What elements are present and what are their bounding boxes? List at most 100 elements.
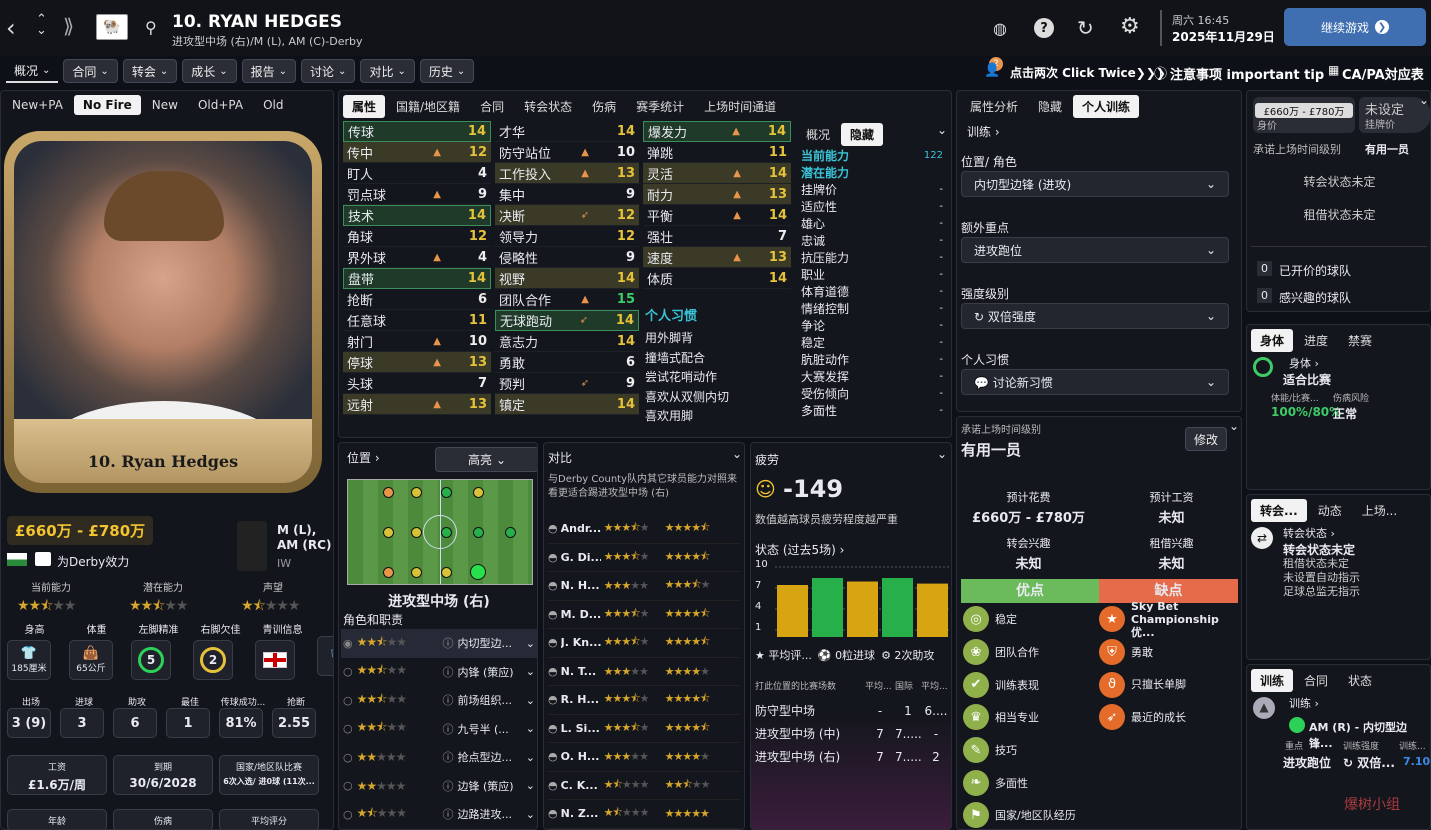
compare-row[interactable]: ◓ N. H... ★★★★★ ★★★⯪★ xyxy=(548,572,740,601)
compare-row[interactable]: ◓ J. Kn... ★★★⯪★ ★★★★⯪ xyxy=(548,629,740,658)
position-dot[interactable] xyxy=(472,526,484,538)
continue-button[interactable]: 继续游戏 ❯ xyxy=(1284,8,1426,46)
attribute-row[interactable]: 界外球 ▲ 4 xyxy=(343,247,491,268)
side-tab[interactable]: 动态 xyxy=(1309,499,1351,522)
attribute-row[interactable]: 才华 14 xyxy=(495,121,639,142)
filter-tab[interactable]: No Fire xyxy=(73,95,141,115)
last-icon[interactable]: ⟫ xyxy=(63,14,74,38)
compare-row[interactable]: ◓ N. T... ★★★★★ ★★★★★ xyxy=(548,658,740,686)
globe-icon[interactable]: ◍ xyxy=(990,18,1010,38)
position-dot[interactable] xyxy=(410,566,422,578)
form-bar[interactable] xyxy=(882,578,913,637)
attribute-row[interactable]: 预判 ➶ 9 xyxy=(495,373,639,394)
hidden-tab[interactable]: 概况 xyxy=(797,123,839,146)
attribute-row[interactable]: 抢断 6 xyxy=(343,289,491,310)
side-tab[interactable]: 合同 xyxy=(1295,669,1337,692)
attr-tab[interactable]: 伤病 xyxy=(583,95,625,118)
attribute-row[interactable]: 意志力 14 xyxy=(495,331,639,352)
attribute-row[interactable]: 爆发力 ▲ 14 xyxy=(643,121,791,142)
attr-tab[interactable]: 转会状态 xyxy=(515,95,581,118)
capa-tip[interactable]: CA/PA対应表 xyxy=(1342,64,1424,83)
attribute-row[interactable]: 镇定 14 xyxy=(495,394,639,415)
menu-3[interactable]: 成长 ⌄ xyxy=(182,59,237,83)
form-bar[interactable] xyxy=(917,583,948,637)
side-tab[interactable]: 上场... xyxy=(1353,499,1406,522)
attr-tab[interactable]: 国籍/地区籍 xyxy=(387,95,469,118)
form-bar[interactable] xyxy=(847,581,878,638)
position-dot[interactable] xyxy=(410,526,422,538)
role-row[interactable]: ○ ★★★★★ ⓘ 抢点型边... ⌄ xyxy=(341,743,537,772)
body-link[interactable]: 身体 › xyxy=(1289,355,1319,371)
menu-0[interactable]: 概况 ⌄ xyxy=(6,59,59,83)
attribute-row[interactable]: 勇敢 6 xyxy=(495,352,639,373)
side-tab[interactable]: 身体 xyxy=(1251,329,1294,352)
attribute-row[interactable]: 头球 7 xyxy=(343,373,491,394)
role-row[interactable]: ○ ★★⯪★★ ⓘ 前场组织... ⌄ xyxy=(341,686,537,715)
side-tab[interactable]: 进度 xyxy=(1295,329,1337,352)
menu-7[interactable]: 历史 ⌄ xyxy=(419,59,475,83)
refresh-icon[interactable]: ↻ xyxy=(1077,16,1094,40)
highlight-dropdown[interactable]: 高亮 ⌄ xyxy=(435,447,537,472)
chevron-down-icon[interactable]: ⌄ xyxy=(1229,419,1239,433)
position-dot[interactable] xyxy=(382,526,394,538)
compare-row[interactable]: ◓ C. K... ★⯪★★★ ★★⯪★★ xyxy=(548,772,740,800)
compare-row[interactable]: ◓ M. D... ★★★⯪★ ★★★★⯪ xyxy=(548,601,740,629)
attribute-row[interactable]: 平衡 ▲ 14 xyxy=(643,205,791,226)
compare-row[interactable]: ◓ O. H... ★★★★★ ★★★★★ xyxy=(548,743,740,772)
training-tab[interactable]: 属性分析 xyxy=(961,95,1027,118)
attribute-row[interactable]: 停球 ▲ 13 xyxy=(343,352,491,373)
compare-row[interactable]: ◓ R. H... ★★★⯪★ ★★★★⯪ xyxy=(548,686,740,715)
important-tip[interactable]: 注意事项 important tip xyxy=(1170,64,1324,83)
edit-button[interactable]: 修改 xyxy=(1185,427,1228,451)
attribute-row[interactable]: 角球 12 xyxy=(343,226,491,247)
training-crumb[interactable]: 训练 › xyxy=(967,123,1000,140)
role-row[interactable]: ○ ★★★★★ ⓘ 边锋 (策应) ⌄ xyxy=(341,772,537,801)
attribute-row[interactable]: 传中 ▲ 12 xyxy=(343,142,491,163)
position-dot[interactable] xyxy=(470,564,486,580)
training-tab[interactable]: 个人训练 xyxy=(1073,95,1140,118)
compare-row[interactable]: ◓ N. Z... ★⯪★★★ ★★★★★ xyxy=(548,800,740,829)
attribute-row[interactable]: 决断 ➶ 12 xyxy=(495,205,639,226)
position-dot[interactable] xyxy=(440,566,452,578)
compare-row[interactable]: ◓ L. Si... ★★★⯪★ ★★★★⯪ xyxy=(548,715,740,743)
extra-select[interactable]: 进攻跑位 ⌄ xyxy=(961,237,1229,263)
side-tab[interactable]: 转会... xyxy=(1251,499,1307,522)
training-tab[interactable]: 隐藏 xyxy=(1029,95,1071,118)
intensity-select[interactable]: ↻ 双倍强度 ⌄ xyxy=(961,303,1229,329)
attribute-row[interactable]: 耐力 ▲ 13 xyxy=(643,184,791,205)
menu-6[interactable]: 对比 ⌄ xyxy=(360,59,415,83)
position-dot[interactable] xyxy=(382,486,394,498)
attribute-row[interactable]: 集中 9 xyxy=(495,184,639,205)
attribute-row[interactable]: 灵活 ▲ 14 xyxy=(643,163,791,184)
attribute-row[interactable]: 领导力 12 xyxy=(495,226,639,247)
attribute-row[interactable]: 团队合作 ▲ 15 xyxy=(495,289,639,310)
side-tab[interactable]: 状态 xyxy=(1339,669,1381,692)
chevron-down-icon[interactable]: ⌄ xyxy=(937,447,947,461)
menu-2[interactable]: 转会 ⌄ xyxy=(122,59,178,83)
chevron-down-icon[interactable]: ⌄ xyxy=(1419,93,1429,107)
attr-tab[interactable]: 赛季统计 xyxy=(627,95,693,118)
attr-tab[interactable]: 属性 xyxy=(343,95,386,118)
tr-link[interactable]: 训练 › xyxy=(1289,695,1319,711)
back-icon[interactable]: ‹ xyxy=(6,14,16,42)
habit-select[interactable]: 💬 讨论新习惯 ⌄ xyxy=(961,369,1229,395)
side-tab[interactable]: 训练 xyxy=(1251,669,1294,692)
click-twice-tip[interactable]: 点击两次 Click Twice❯❯❯ xyxy=(1010,64,1166,81)
attribute-row[interactable]: 速度 ▲ 13 xyxy=(643,247,791,268)
position-dot[interactable] xyxy=(410,486,422,498)
attribute-row[interactable]: 任意球 11 xyxy=(343,310,491,331)
filter-tab[interactable]: Old+PA xyxy=(189,95,252,115)
filter-tab[interactable]: New xyxy=(143,95,187,115)
attribute-row[interactable]: 传球 14 xyxy=(343,121,491,142)
ts-link[interactable]: 转会状态 › xyxy=(1283,525,1335,541)
side-tab[interactable]: 禁赛 xyxy=(1339,329,1381,352)
menu-5[interactable]: 讨论 ⌄ xyxy=(301,59,356,83)
attribute-row[interactable]: 防守站位 ▲ 10 xyxy=(495,142,639,163)
menu-1[interactable]: 合同 ⌄ xyxy=(63,59,118,83)
filter-tab[interactable]: Old xyxy=(254,95,292,115)
compare-row[interactable]: ◓ G. Di... ★★★⯪★ ★★★★⯪ xyxy=(548,544,740,572)
attr-tab[interactable]: 合同 xyxy=(471,95,513,118)
role-row[interactable]: ○ ★★⯪★★ ⓘ 九号半 (... ⌄ xyxy=(341,715,537,744)
attribute-row[interactable]: 无球跑动 ➶ 14 xyxy=(495,310,639,331)
attr-tab[interactable]: 上场时间通道 xyxy=(695,95,785,118)
